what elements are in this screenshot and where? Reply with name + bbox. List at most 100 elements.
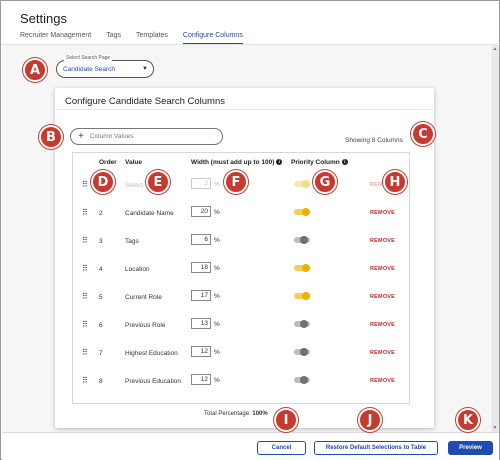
- remove-button[interactable]: REMOVE: [370, 210, 395, 216]
- row-order: 5: [99, 294, 103, 301]
- width-input[interactable]: 12: [191, 374, 211, 385]
- row-order: 8: [99, 378, 103, 385]
- priority-toggle[interactable]: [294, 236, 310, 244]
- header-width-label: Width (must add up to 100): [191, 159, 275, 166]
- callout-i: I: [274, 408, 298, 432]
- callout-e: E: [146, 170, 170, 194]
- width-input[interactable]: 20: [191, 206, 211, 217]
- callout-k: K: [456, 408, 480, 432]
- info-icon[interactable]: i: [341, 159, 348, 166]
- percent-unit: %: [214, 321, 220, 328]
- scroll-down-icon[interactable]: ▼: [491, 425, 499, 431]
- table-row: ⠿ 7 Highest Education 12 % REMOVE: [73, 342, 411, 370]
- row-value: Previous Role: [125, 322, 166, 329]
- callout-a: A: [23, 58, 47, 82]
- width-input[interactable]: 6: [191, 234, 211, 245]
- header-width: Width (must add up to 100) i: [191, 159, 283, 166]
- showing-columns-count: Showing 8 Columns: [345, 137, 403, 144]
- header-priority-label: Priority Column: [291, 159, 340, 166]
- total-percentage: Total Percentage: 100%: [204, 411, 268, 417]
- row-value: Previous Education: [125, 378, 182, 385]
- add-column-input[interactable]: + Column Values: [70, 128, 223, 145]
- percent-unit: %: [214, 237, 220, 244]
- remove-button[interactable]: REMOVE: [370, 266, 395, 272]
- priority-toggle[interactable]: [294, 292, 310, 300]
- footer-bar: Cancel Restore Default Selections to Tab…: [2, 432, 499, 460]
- row-value: Tags: [125, 238, 139, 245]
- drag-handle-icon[interactable]: ⠿: [82, 208, 88, 217]
- header-value: Value: [125, 159, 142, 166]
- width-input[interactable]: 13: [191, 318, 211, 329]
- add-column-placeholder: Column Values: [89, 133, 134, 140]
- width-input[interactable]: 2: [191, 178, 211, 189]
- percent-unit: %: [214, 349, 220, 356]
- callout-b: B: [39, 125, 63, 149]
- row-value: Highest Education: [125, 350, 178, 357]
- width-input[interactable]: 17: [191, 290, 211, 301]
- plus-icon[interactable]: +: [78, 131, 84, 142]
- table-row: ⠿ 8 Previous Education 12 % REMOVE: [73, 370, 411, 398]
- row-value: Location: [125, 266, 150, 273]
- table-row: ⠿ 4 Location 18 % REMOVE: [73, 258, 411, 286]
- showing-suffix: Columns: [377, 137, 403, 144]
- percent-unit: %: [214, 265, 220, 272]
- remove-button[interactable]: REMOVE: [370, 294, 395, 300]
- settings-window: Settings Recruiter Management Tags Templ…: [0, 0, 500, 460]
- drag-handle-icon[interactable]: ⠿: [82, 236, 88, 245]
- row-order: 3: [99, 238, 103, 245]
- row-order: 6: [99, 322, 103, 329]
- showing-count: 8: [371, 137, 376, 144]
- drag-handle-icon[interactable]: ⠿: [82, 264, 88, 273]
- callout-d: D: [91, 170, 115, 194]
- scroll-up-icon[interactable]: ▲: [491, 46, 499, 52]
- search-page-select-value: Candidate Search: [63, 66, 116, 73]
- chevron-down-icon: ▼: [142, 66, 148, 72]
- priority-toggle[interactable]: [294, 376, 310, 384]
- search-page-select[interactable]: Select Search Page Candidate Search ▼: [56, 55, 154, 78]
- drag-handle-icon[interactable]: ⠿: [82, 320, 88, 329]
- percent-unit: %: [214, 181, 220, 188]
- remove-button[interactable]: REMOVE: [370, 378, 395, 384]
- header-order: Order: [99, 159, 117, 166]
- card-divider: [55, 109, 434, 110]
- drag-handle-icon[interactable]: ⠿: [82, 292, 88, 301]
- callout-f: F: [224, 170, 248, 194]
- row-order: 2: [99, 210, 103, 217]
- remove-button[interactable]: REMOVE: [370, 350, 395, 356]
- table-row: ⠿ 6 Previous Role 13 % REMOVE: [73, 314, 411, 342]
- drag-handle-icon[interactable]: ⠿: [82, 376, 88, 385]
- priority-toggle[interactable]: [294, 320, 310, 328]
- width-input[interactable]: 18: [191, 262, 211, 273]
- page-title: Settings: [20, 11, 67, 26]
- drag-handle-icon[interactable]: ⠿: [82, 348, 88, 357]
- total-label: Total Percentage:: [204, 411, 251, 417]
- width-input[interactable]: 12: [191, 346, 211, 357]
- percent-unit: %: [214, 293, 220, 300]
- table-row: ⠿ 5 Current Role 17 % REMOVE: [73, 286, 411, 314]
- info-icon[interactable]: i: [276, 159, 283, 166]
- row-order: 4: [99, 266, 103, 273]
- restore-defaults-button[interactable]: Restore Default Selections to Table: [314, 441, 438, 455]
- preview-button[interactable]: Preview: [448, 441, 493, 455]
- vertical-scrollbar[interactable]: ▲ ▼: [491, 45, 499, 432]
- priority-toggle[interactable]: [294, 264, 310, 272]
- row-value: Select: [125, 182, 144, 189]
- priority-toggle[interactable]: [294, 348, 310, 356]
- cancel-button[interactable]: Cancel: [257, 441, 306, 455]
- row-order: 7: [99, 350, 103, 357]
- remove-button[interactable]: REMOVE: [370, 238, 395, 244]
- row-value: Current Role: [125, 294, 162, 301]
- total-value: 100%: [252, 411, 268, 417]
- showing-prefix: Showing: [345, 137, 370, 144]
- table-row: ⠿ 3 Tags 6 % REMOVE: [73, 230, 411, 258]
- callout-g: G: [313, 170, 337, 194]
- priority-toggle[interactable]: [294, 180, 310, 188]
- row-value: Candidate Name: [125, 210, 174, 217]
- percent-unit: %: [214, 209, 220, 216]
- header-priority: Priority Column i: [291, 159, 348, 166]
- callout-h: H: [383, 170, 407, 194]
- percent-unit: %: [214, 377, 220, 384]
- priority-toggle[interactable]: [294, 208, 310, 216]
- drag-handle-icon[interactable]: ⠿: [82, 180, 88, 189]
- remove-button[interactable]: REMOVE: [370, 322, 395, 328]
